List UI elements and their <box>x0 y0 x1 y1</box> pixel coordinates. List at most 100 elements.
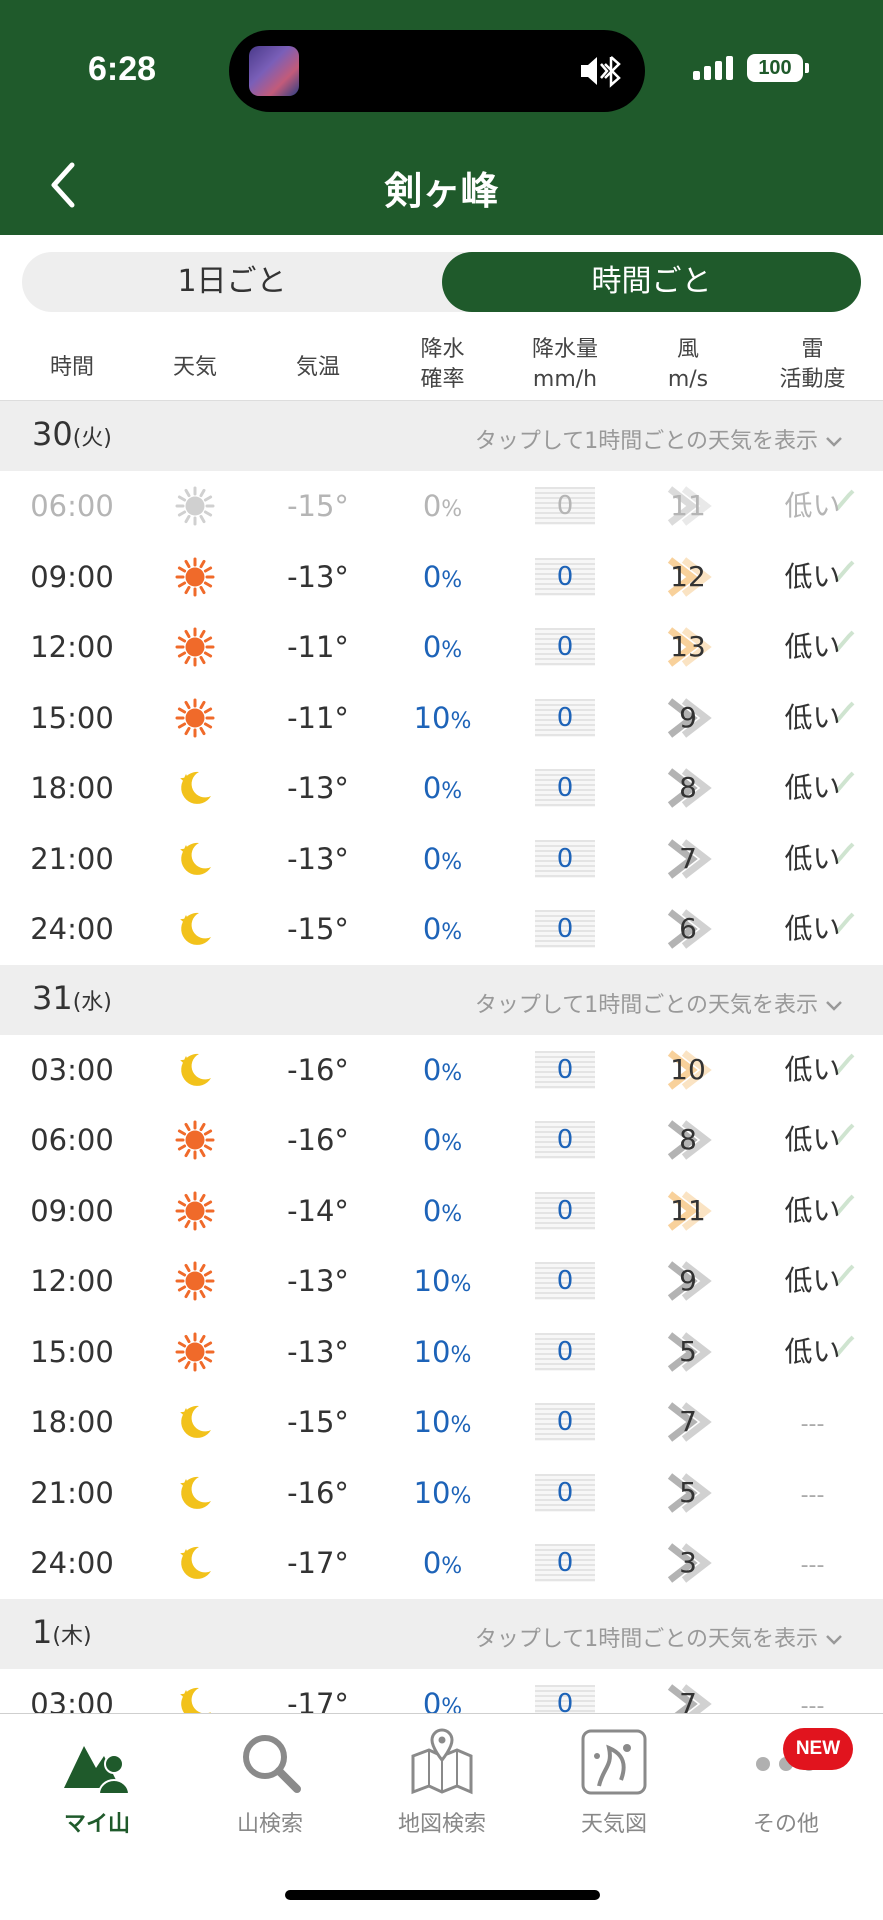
row-wind: 12 <box>660 542 716 612</box>
row-wind: 9 <box>660 683 716 753</box>
moon-icon <box>165 894 225 964</box>
forecast-row: 06:00 -16° 0% 0 8 低い <box>0 1105 883 1176</box>
row-time: 24:00 <box>30 1546 114 1580</box>
row-precip-prob: 0% <box>395 824 490 894</box>
tab-my-mountain[interactable]: マイ山 <box>22 1728 172 1838</box>
sun-icon <box>165 1105 225 1175</box>
row-precip-prob: 10% <box>395 683 490 753</box>
column-thunder-line1: 雷 <box>801 337 824 362</box>
wind-arrow-icon: 8 <box>662 1119 714 1161</box>
view-mode-toggle[interactable]: 1日ごと 時間ごと <box>22 252 861 312</box>
tab-map-search-label: 地図検索 <box>397 1812 486 1837</box>
tab-other[interactable]: NEW その他 <box>711 1728 861 1838</box>
sun-icon <box>165 1246 225 1316</box>
forecast-row: 12:00 -13° 10% 0 9 低い <box>0 1246 883 1317</box>
row-thunder: 低い <box>770 542 855 612</box>
row-time: 18:00 <box>30 1405 114 1439</box>
row-temperature: -13° <box>287 1334 349 1369</box>
column-precip-amount-line1: 降水量 <box>531 337 598 362</box>
sun-icon <box>165 471 225 541</box>
row-precip-amount-value: 0 <box>556 914 574 944</box>
moon-icon <box>165 1669 225 1713</box>
row-precip-prob: 0% <box>395 1105 490 1175</box>
row-thunder: --- <box>770 1458 855 1528</box>
segment-hourly[interactable]: 時間ごと <box>442 252 861 312</box>
row-wind: 6 <box>660 894 716 964</box>
row-precip-prob: 0% <box>395 753 490 823</box>
row-precip-prob: 0% <box>395 612 490 682</box>
row-temperature: -15° <box>287 1405 349 1439</box>
wind-arrow-icon: 9 <box>662 697 714 739</box>
row-precip-prob: 0% <box>395 1669 490 1714</box>
tab-weather-map[interactable]: 天気図 <box>539 1728 689 1838</box>
expand-hourly-link[interactable]: タップして1時間ごとの天気を表示 <box>475 1621 843 1653</box>
row-wind-value: 8 <box>679 1123 697 1156</box>
row-precip-amount: 0 <box>535 824 595 894</box>
expand-hourly-link[interactable]: タップして1時間ごとの天気を表示 <box>475 423 843 455</box>
wind-arrow-icon: 8 <box>662 767 714 809</box>
percent-sign: % <box>450 708 472 734</box>
row-precip-prob: 10% <box>395 1458 490 1528</box>
chevron-down-icon <box>826 437 842 447</box>
column-precip-prob-line2: 確率 <box>420 367 465 392</box>
row-wind: 13 <box>660 612 716 682</box>
chevron-down-icon <box>826 1634 842 1645</box>
row-thunder-value: 低い <box>784 630 841 663</box>
row-time: 21:00 <box>30 841 114 876</box>
percent-sign: % <box>441 779 463 804</box>
row-thunder-value: --- <box>800 1553 825 1578</box>
wind-arrow-icon: 7 <box>662 1683 714 1713</box>
tab-map-search[interactable]: 地図検索 <box>367 1728 517 1838</box>
precip-bar: 0 <box>535 910 595 948</box>
page-title: 剣ヶ峰 <box>384 169 499 213</box>
row-time: 06:00 <box>30 1123 114 1157</box>
row-wind: 3 <box>660 1528 716 1598</box>
precip-bar: 0 <box>535 1191 595 1230</box>
row-wind-value: 9 <box>679 700 697 734</box>
row-temperature: -16° <box>287 1123 349 1157</box>
percent-sign: % <box>450 1342 472 1368</box>
row-thunder: 低い <box>770 1246 855 1316</box>
row-precip-amount-value: 0 <box>556 773 574 803</box>
day-header[interactable]: 30(火) タップして1時間ごとの天気を表示 <box>0 401 883 471</box>
day-weekday: (水) <box>72 989 112 1015</box>
moon-icon <box>165 753 225 823</box>
wind-arrow-icon: 5 <box>662 1331 714 1373</box>
expand-hourly-link[interactable]: タップして1時間ごとの天気を表示 <box>475 987 843 1019</box>
search-icon <box>243 1735 301 1793</box>
row-wind-value: 7 <box>679 1405 697 1438</box>
row-temperature: -16° <box>287 1052 349 1087</box>
percent-sign: % <box>441 1131 463 1156</box>
wind-arrow-icon: 10 <box>662 1049 714 1091</box>
row-precip-prob-value: 0 <box>422 1052 442 1087</box>
segment-daily[interactable]: 1日ごと <box>22 252 442 312</box>
row-precip-prob-value: 0 <box>422 1686 442 1714</box>
column-time: 時間 <box>49 355 94 380</box>
forecast-row: 18:00 -13° 0% 0 8 低い <box>0 753 883 824</box>
row-temperature: -13° <box>287 771 349 805</box>
row-precip-prob-value: 0 <box>422 1193 442 1228</box>
row-precip-amount-value: 0 <box>556 1688 574 1714</box>
row-thunder-value: 低い <box>784 1193 841 1227</box>
now-playing-thumbnail[interactable] <box>249 46 299 96</box>
day-header[interactable]: 1(木) タップして1時間ごとの天気を表示 <box>0 1598 883 1669</box>
row-precip-prob: 10% <box>395 1246 490 1316</box>
day-header[interactable]: 31(水) タップして1時間ごとの天気を表示 <box>0 964 883 1035</box>
row-wind: 8 <box>660 1105 716 1175</box>
tab-weather-map-label: 天気図 <box>580 1812 647 1837</box>
percent-sign: % <box>441 567 463 593</box>
row-time: 03:00 <box>30 1052 114 1087</box>
forecast-row: 06:00 -15° 0% 0 11 低い <box>0 471 883 542</box>
tab-mountain-search[interactable]: 山検索 <box>195 1728 345 1838</box>
row-precip-prob: 10% <box>395 1317 490 1387</box>
percent-sign: % <box>450 1483 472 1509</box>
tab-mountain-search-label: 山検索 <box>236 1812 303 1837</box>
wind-arrow-icon: 3 <box>662 1542 714 1584</box>
forecast-row: 12:00 -11° 0% 0 13 低い <box>0 612 883 683</box>
row-time: 24:00 <box>30 912 114 946</box>
precip-bar: 0 <box>535 557 595 596</box>
column-precip-prob-line1: 降水 <box>420 337 465 362</box>
tab-other-label: その他 <box>752 1812 819 1837</box>
moon-icon <box>165 824 225 894</box>
row-temperature: -15° <box>287 912 349 946</box>
